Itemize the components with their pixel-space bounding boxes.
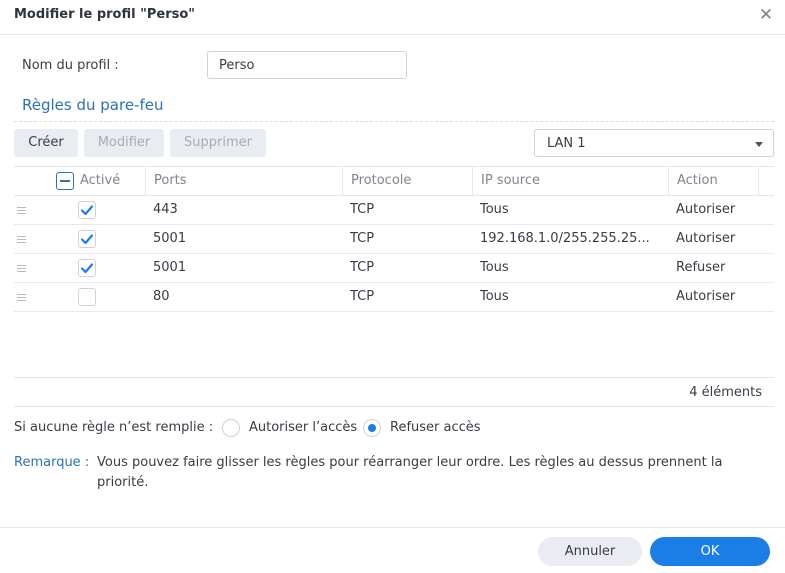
interface-select-value: LAN 1	[547, 136, 586, 151]
profile-name-label: Nom du profil :	[22, 58, 119, 73]
rule-protocol: TCP	[350, 202, 375, 217]
rule-source-ip: Tous	[480, 260, 509, 275]
rule-protocol: TCP	[350, 289, 375, 304]
rule-ports: 5001	[153, 231, 187, 246]
rule-action: Autoriser	[676, 202, 736, 217]
table-row[interactable]: 443 TCP Tous Autoriser	[14, 196, 774, 225]
checkmark-icon	[80, 205, 94, 216]
allow-access-label[interactable]: Autoriser l’accès	[249, 420, 357, 435]
column-header-source-ip[interactable]: IP source	[472, 167, 668, 195]
note-label: Remarque :	[14, 455, 90, 470]
deny-access-label[interactable]: Refuser accès	[390, 420, 481, 435]
create-button[interactable]: Créer	[14, 129, 78, 157]
checkmark-icon	[80, 234, 94, 245]
rule-protocol: TCP	[350, 260, 375, 275]
table-row[interactable]: 5001 TCP 192.168.1.0/255.255.25... Autor…	[14, 225, 774, 254]
rules-table: Activé Ports Protocole IP source Action …	[14, 166, 774, 378]
rule-source-ip: Tous	[480, 289, 509, 304]
deny-access-radio[interactable]	[363, 419, 381, 437]
rule-ports: 443	[153, 202, 178, 217]
cancel-button[interactable]: Annuler	[538, 537, 642, 566]
footer-divider	[0, 527, 785, 528]
rule-source-ip: 192.168.1.0/255.255.25...	[480, 231, 650, 246]
drag-handle-icon[interactable]	[17, 294, 26, 301]
section-divider	[14, 121, 774, 122]
column-header-action[interactable]: Action	[668, 167, 758, 195]
rule-enabled-checkbox[interactable]	[78, 288, 96, 306]
profile-name-input[interactable]	[207, 51, 407, 79]
allow-access-radio[interactable]	[222, 419, 240, 437]
table-footer-divider	[14, 377, 774, 378]
close-icon[interactable]: ✕	[757, 5, 775, 25]
table-row[interactable]: 80 TCP Tous Autoriser	[14, 283, 774, 312]
delete-button[interactable]: Supprimer	[170, 129, 266, 157]
interface-select[interactable]: LAN 1	[534, 129, 774, 157]
column-header-enabled[interactable]: Activé	[66, 167, 146, 195]
rule-action: Autoriser	[676, 231, 736, 246]
dialog-titlebar: Modifier le profil "Perso" ✕	[0, 0, 785, 35]
firewall-rules-title: Règles du pare-feu	[22, 96, 164, 114]
table-header: Activé Ports Protocole IP source Action	[14, 167, 774, 196]
modify-button[interactable]: Modifier	[84, 129, 164, 157]
item-count: 4 éléments	[689, 385, 762, 400]
rule-enabled-checkbox[interactable]	[78, 259, 96, 277]
default-policy-label: Si aucune règle n’est remplie :	[14, 420, 214, 435]
note-text: Vous pouvez faire glisser les règles pou…	[97, 455, 723, 490]
rule-ports: 5001	[153, 260, 187, 275]
rule-ports: 80	[153, 289, 170, 304]
column-header-protocol[interactable]: Protocole	[342, 167, 472, 195]
checkmark-icon	[80, 263, 94, 274]
rule-action: Autoriser	[676, 289, 736, 304]
column-header-spacer	[758, 167, 774, 195]
drag-handle-icon[interactable]	[17, 207, 26, 214]
rule-action: Refuser	[676, 260, 726, 275]
rule-enabled-checkbox[interactable]	[78, 230, 96, 248]
rule-protocol: TCP	[350, 231, 375, 246]
column-header-ports[interactable]: Ports	[145, 167, 342, 195]
table-bottom-divider	[14, 406, 774, 407]
rule-enabled-checkbox[interactable]	[78, 201, 96, 219]
rule-source-ip: Tous	[480, 202, 509, 217]
drag-handle-icon[interactable]	[17, 236, 26, 243]
table-row[interactable]: 5001 TCP Tous Refuser	[14, 254, 774, 283]
ok-button[interactable]: OK	[650, 537, 770, 566]
dialog-title: Modifier le profil "Perso"	[14, 7, 196, 22]
drag-handle-icon[interactable]	[17, 265, 26, 272]
chevron-down-icon	[755, 142, 763, 147]
